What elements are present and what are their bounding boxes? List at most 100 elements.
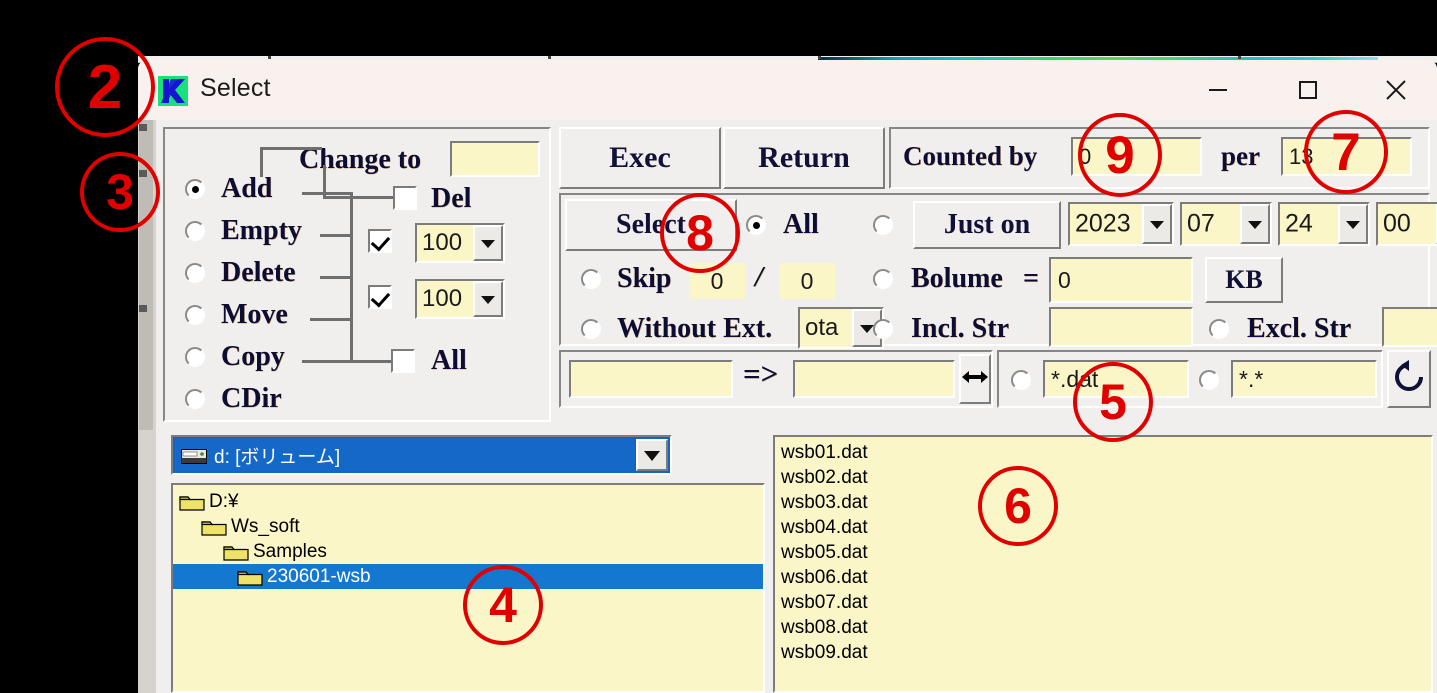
close-icon[interactable]	[1363, 60, 1429, 120]
date-month-value: 07	[1187, 209, 1215, 238]
list-item[interactable]: wsb06.dat	[775, 565, 1431, 590]
pattern2-radio[interactable]	[1199, 370, 1219, 390]
mode-radio-copy[interactable]	[185, 347, 205, 367]
spin2-combo[interactable]: 100	[415, 279, 505, 319]
mode-radio-add[interactable]	[185, 179, 205, 199]
list-item[interactable]: wsb03.dat	[775, 490, 1431, 515]
list-item[interactable]: wsb04.dat	[775, 515, 1431, 540]
select-all-radio[interactable]	[746, 215, 766, 235]
swap-button[interactable]	[959, 354, 991, 404]
without-ext-radio[interactable]	[581, 319, 601, 339]
list-item[interactable]: wsb01.dat	[775, 440, 1431, 465]
tree-item-label: Samples	[253, 540, 327, 562]
spin1-combo[interactable]: 100	[415, 223, 505, 263]
list-item[interactable]: wsb02.dat	[775, 465, 1431, 490]
rename-arrow-label: =>	[743, 356, 779, 391]
folder-icon	[237, 568, 263, 586]
all-checkbox[interactable]	[391, 349, 415, 373]
chevron-down-icon[interactable]	[1338, 204, 1368, 244]
screenshot-root: Select Change to Del Add Empty Delete Mo…	[0, 0, 1437, 693]
bolume-radio[interactable]	[873, 269, 893, 289]
file-list[interactable]: wsb01.dat wsb02.dat wsb03.dat wsb04.dat …	[773, 435, 1433, 693]
bracket-line	[350, 192, 353, 363]
spin1-checkbox[interactable]	[368, 229, 392, 253]
kb-label: KB	[1225, 265, 1263, 294]
annotation-marker-4: 4	[463, 565, 543, 645]
chevron-down-icon[interactable]	[473, 281, 503, 317]
pattern2-input[interactable]: *.*	[1231, 360, 1377, 398]
chevron-down-icon[interactable]	[1240, 204, 1270, 244]
return-button[interactable]: Return	[723, 127, 885, 189]
list-item[interactable]: wsb07.dat	[775, 590, 1431, 615]
date-hour-combo[interactable]: 00	[1376, 202, 1437, 246]
mode-radio-empty[interactable]	[185, 221, 205, 241]
skip-to-input[interactable]: 0	[779, 263, 835, 299]
scrollbar-mark	[139, 305, 147, 312]
annotation-marker-2: 2	[55, 37, 155, 137]
counted-by-label: Counted by	[903, 141, 1038, 171]
tree-item[interactable]: D:¥	[173, 489, 763, 514]
bracket-line	[302, 192, 352, 195]
bolume-label: Bolume	[911, 263, 1003, 294]
title-bar: Select	[138, 60, 1437, 120]
annotation-marker-6: 6	[978, 466, 1058, 546]
minimize-icon[interactable]	[1185, 60, 1251, 120]
mode-radio-cdir[interactable]	[185, 389, 205, 409]
just-on-button[interactable]: Just on	[913, 201, 1061, 249]
annotation-marker-9: 9	[1078, 113, 1162, 197]
folder-icon	[223, 543, 249, 561]
del-checkbox[interactable]	[393, 186, 417, 210]
spin2-value: 100	[422, 285, 463, 312]
per-label: per	[1221, 141, 1260, 171]
refresh-icon	[1392, 359, 1426, 399]
excl-str-radio[interactable]	[1209, 319, 1229, 339]
change-to-input[interactable]	[450, 141, 540, 177]
mode-label-add: Add	[221, 173, 273, 204]
refresh-button[interactable]	[1387, 350, 1431, 408]
tree-item[interactable]: Samples	[173, 539, 763, 564]
excl-str-input[interactable]	[1382, 307, 1437, 347]
scrollbar-mark	[139, 124, 147, 131]
spin2-checkbox[interactable]	[368, 285, 392, 309]
return-button-label: Return	[758, 141, 850, 174]
incl-str-input[interactable]	[1049, 307, 1193, 347]
drive-combo[interactable]: d: [ボリューム]	[171, 435, 672, 475]
window-title: Select	[200, 74, 271, 102]
date-day-value: 24	[1285, 209, 1313, 238]
skip-radio[interactable]	[581, 269, 601, 289]
chevron-down-icon[interactable]	[636, 439, 668, 471]
date-day-combo[interactable]: 24	[1278, 202, 1370, 246]
mode-radio-delete[interactable]	[185, 263, 205, 283]
excl-str-label: Excl. Str	[1247, 313, 1352, 344]
rename-from-input[interactable]	[569, 360, 733, 398]
drive-selected-item[interactable]: d: [ボリューム]	[175, 439, 634, 471]
mode-label-copy: Copy	[221, 341, 285, 372]
chevron-down-icon[interactable]	[1142, 204, 1172, 244]
exec-button[interactable]: Exec	[559, 127, 721, 189]
without-ext-combo[interactable]: ota	[798, 307, 884, 349]
del-label: Del	[431, 183, 472, 214]
tree-item[interactable]: Ws_soft	[173, 514, 763, 539]
left-right-arrow-icon	[960, 367, 990, 392]
kb-button[interactable]: KB	[1205, 257, 1283, 303]
filter-pattern-panel: *.dat *.*	[997, 350, 1383, 408]
annotation-marker-5: 5	[1073, 362, 1153, 442]
date-month-combo[interactable]: 07	[1180, 202, 1272, 246]
rename-to-input[interactable]	[793, 360, 955, 398]
tree-item-label: D:¥	[209, 490, 239, 512]
just-on-radio[interactable]	[873, 215, 893, 235]
list-item[interactable]: wsb09.dat	[775, 640, 1431, 665]
date-year-combo[interactable]: 2023	[1068, 202, 1174, 246]
skip-label: Skip	[617, 263, 672, 294]
select-all-label: All	[783, 209, 819, 240]
maximize-icon[interactable]	[1275, 60, 1341, 120]
list-item[interactable]: wsb05.dat	[775, 540, 1431, 565]
mode-radio-move[interactable]	[185, 305, 205, 325]
chevron-down-icon[interactable]	[473, 225, 503, 261]
bolume-input[interactable]: 0	[1049, 257, 1193, 303]
pattern1-radio[interactable]	[1011, 370, 1031, 390]
rename-panel: =>	[559, 350, 993, 408]
mode-label-cdir: CDir	[221, 383, 282, 414]
list-item[interactable]: wsb08.dat	[775, 615, 1431, 640]
incl-str-radio[interactable]	[873, 319, 893, 339]
